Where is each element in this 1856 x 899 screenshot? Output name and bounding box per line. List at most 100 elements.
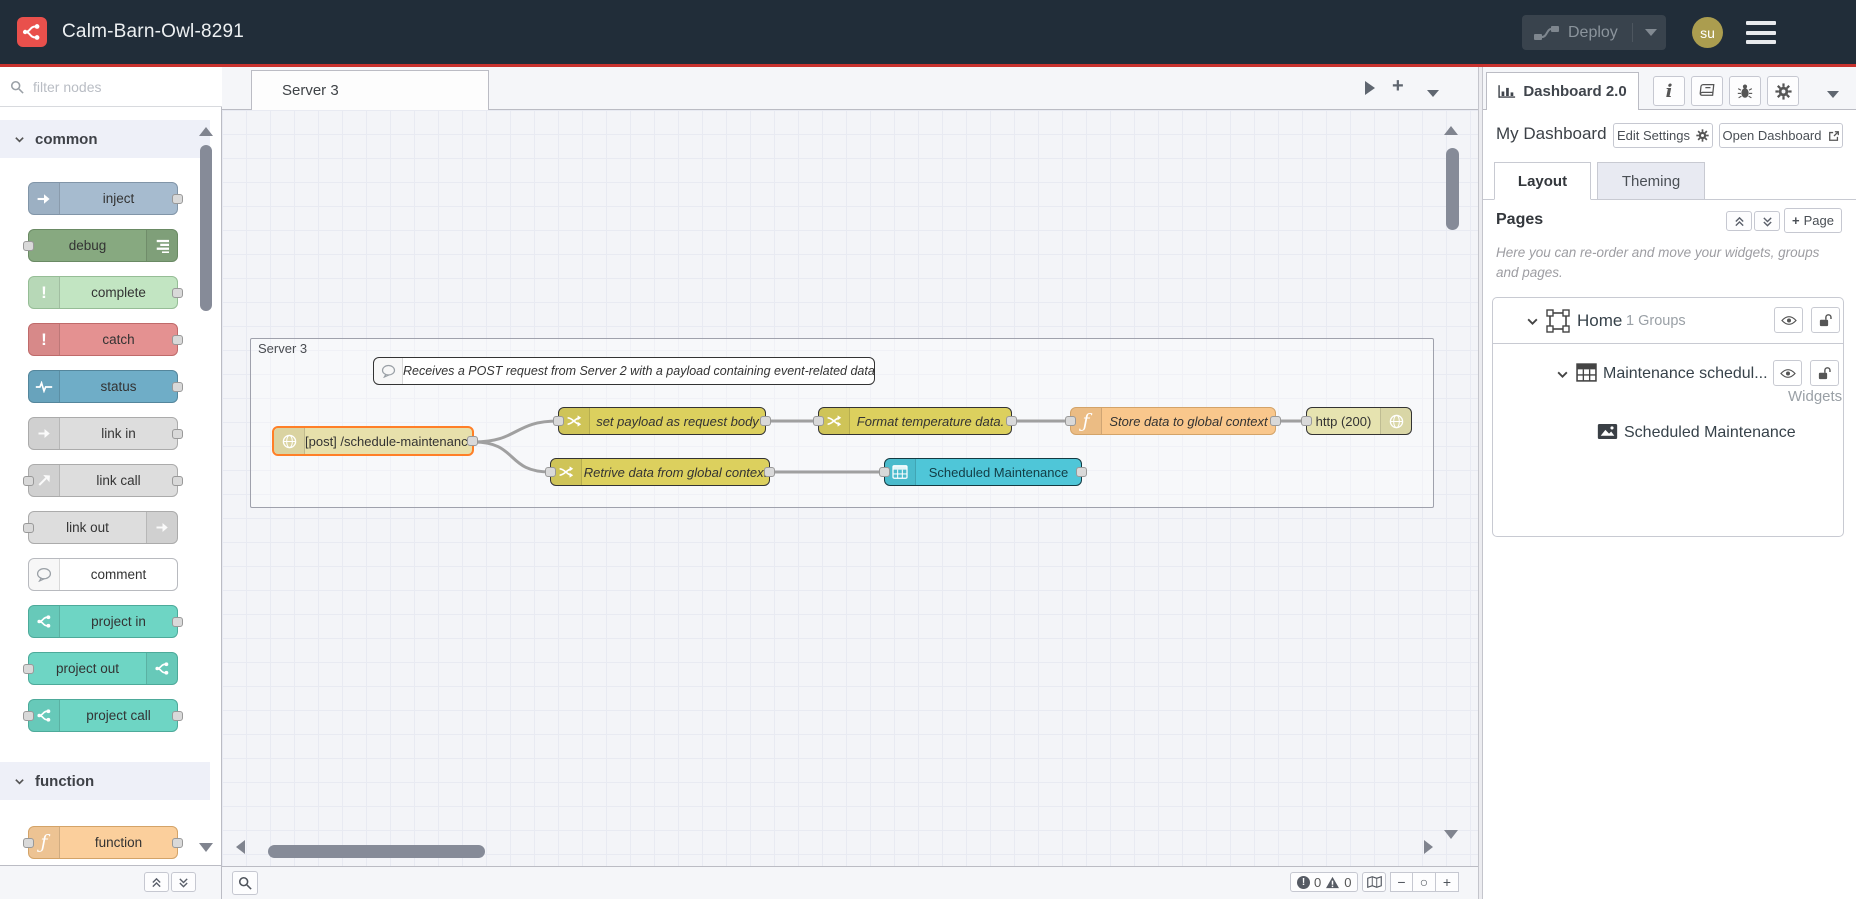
tree-row-home[interactable]: Home 1 Groups (1493, 298, 1843, 344)
zoom-reset-button[interactable]: ○ (1413, 872, 1436, 892)
zoom-out-button[interactable]: − (1390, 872, 1413, 892)
lock-toggle-button[interactable] (1810, 360, 1839, 386)
notification-counts[interactable]: ! 0 0 (1290, 872, 1359, 892)
palette-node-link-in[interactable]: link in (28, 417, 183, 450)
palette-node-project-in[interactable]: project in (28, 605, 183, 638)
input-port[interactable] (1301, 416, 1312, 426)
input-port[interactable] (813, 416, 824, 426)
tab-dashboard-2[interactable]: Dashboard 2.0 (1486, 72, 1639, 110)
flow-canvas[interactable]: Server 3 Receives a POST request from Se… (222, 110, 1478, 866)
debug-tab-button[interactable] (1729, 76, 1761, 106)
zoom-in-button[interactable]: + (1436, 872, 1459, 892)
canvas-scroll-right-icon[interactable] (1424, 840, 1433, 859)
palette-category-common[interactable]: common (0, 120, 210, 158)
palette-scroll-up-icon[interactable] (199, 123, 213, 141)
output-port[interactable] (1270, 416, 1281, 426)
palette-node-project-out[interactable]: project out (23, 652, 178, 685)
expand-all-categories-button[interactable] (171, 872, 196, 892)
canvas-scroll-up-icon[interactable] (1444, 122, 1458, 140)
canvas-scroll-down-icon[interactable] (1444, 826, 1458, 844)
palette-scrollbar-thumb[interactable] (200, 145, 212, 311)
tab-layout[interactable]: Layout (1494, 162, 1591, 200)
link-icon (146, 512, 177, 543)
open-dashboard-button[interactable]: Open Dashboard (1719, 123, 1843, 148)
collapse-all-categories-button[interactable] (144, 872, 169, 892)
palette-node-project-call[interactable]: project call (23, 699, 183, 732)
palette-node-comment[interactable]: comment (28, 558, 178, 591)
change-node-set-payload[interactable]: set payload as request body (553, 407, 771, 435)
output-port[interactable] (1006, 416, 1017, 426)
deploy-options-caret-icon[interactable] (1631, 23, 1657, 42)
input-port[interactable] (23, 475, 34, 486)
input-port[interactable] (23, 240, 34, 251)
chevron-down-icon[interactable] (1556, 368, 1569, 386)
settings-tab-button[interactable] (1767, 76, 1799, 106)
palette-node-catch[interactable]: ! catch (28, 323, 183, 356)
output-port[interactable] (172, 837, 183, 848)
output-port[interactable] (172, 428, 183, 439)
tree-row-widget[interactable]: Scheduled Maintenance (1493, 416, 1843, 452)
tab-scroll-right-button[interactable] (1365, 81, 1375, 100)
output-port[interactable] (172, 287, 183, 298)
palette-category-function[interactable]: function (0, 762, 210, 800)
help-tab-button[interactable] (1691, 76, 1723, 106)
comment-node[interactable]: Receives a POST request from Server 2 wi… (373, 357, 875, 385)
deploy-button[interactable]: Deploy (1522, 15, 1666, 50)
collapse-pages-button[interactable] (1726, 211, 1752, 231)
palette-node-complete[interactable]: ! complete (28, 276, 183, 309)
input-port[interactable] (23, 710, 34, 721)
change-node-retrieve-data[interactable]: Retrive data from global context (545, 458, 775, 486)
palette-node-link-out[interactable]: link out (23, 511, 178, 544)
palette-scroll-down-icon[interactable] (199, 839, 213, 857)
output-port[interactable] (172, 193, 183, 204)
tab-theming[interactable]: Theming (1597, 162, 1705, 200)
expand-pages-button[interactable] (1754, 211, 1780, 231)
output-port[interactable] (172, 334, 183, 345)
palette-node-debug[interactable]: debug (23, 229, 178, 262)
canvas-vscrollbar-thumb[interactable] (1446, 148, 1459, 230)
flow-tab-server-3[interactable]: Server 3 (251, 70, 489, 110)
lock-toggle-button[interactable] (1811, 307, 1840, 333)
chevron-down-icon[interactable] (1526, 315, 1539, 333)
input-port[interactable] (23, 663, 34, 674)
function-node-store-data[interactable]: ƒ Store data to global context (1065, 407, 1281, 435)
navigator-toggle-button[interactable] (1362, 872, 1386, 892)
main-menu-button[interactable] (1746, 21, 1776, 44)
input-port[interactable] (553, 416, 564, 426)
input-port[interactable] (879, 467, 890, 477)
add-page-button[interactable]: + Page (1784, 208, 1842, 233)
visibility-toggle-button[interactable] (1774, 307, 1803, 333)
output-port[interactable] (764, 467, 775, 477)
change-node-format-temperature[interactable]: Format temperature data. (813, 407, 1017, 435)
output-port[interactable] (172, 475, 183, 486)
edit-settings-button[interactable]: Edit Settings (1613, 123, 1713, 148)
search-flows-button[interactable] (232, 871, 258, 895)
palette-node-status[interactable]: status (28, 370, 183, 403)
input-port[interactable] (23, 837, 34, 848)
sidebar-menu-caret-icon[interactable] (1827, 85, 1839, 103)
palette-node-inject[interactable]: inject (28, 182, 183, 215)
user-avatar[interactable]: su (1692, 17, 1723, 48)
input-port[interactable] (23, 522, 34, 533)
ui-table-node[interactable]: Scheduled Maintenance (879, 458, 1087, 486)
output-port[interactable] (1076, 467, 1087, 477)
filter-nodes-input[interactable] (31, 77, 195, 96)
palette-node-link-call[interactable]: link call (23, 464, 183, 497)
output-port[interactable] (172, 381, 183, 392)
visibility-toggle-button[interactable] (1773, 360, 1802, 386)
canvas-hscrollbar-thumb[interactable] (268, 845, 485, 858)
input-port[interactable] (1065, 416, 1076, 426)
info-tab-button[interactable]: i (1653, 76, 1685, 106)
tree-row-group[interactable]: Maintenance schedul... 1 Widgets (1493, 344, 1856, 405)
http-in-node[interactable]: [post] /schedule-maintenance (272, 426, 478, 456)
flow-list-dropdown-button[interactable] (1427, 84, 1439, 102)
input-port[interactable] (545, 467, 556, 477)
canvas-scroll-left-icon[interactable] (236, 840, 245, 859)
output-port[interactable] (172, 616, 183, 627)
palette-node-function[interactable]: ƒ function (23, 826, 183, 859)
output-port[interactable] (760, 416, 771, 426)
add-flow-button[interactable]: + (1392, 75, 1404, 98)
output-port[interactable] (172, 710, 183, 721)
output-port[interactable] (467, 436, 478, 446)
http-response-node[interactable]: http (200) (1301, 407, 1412, 435)
